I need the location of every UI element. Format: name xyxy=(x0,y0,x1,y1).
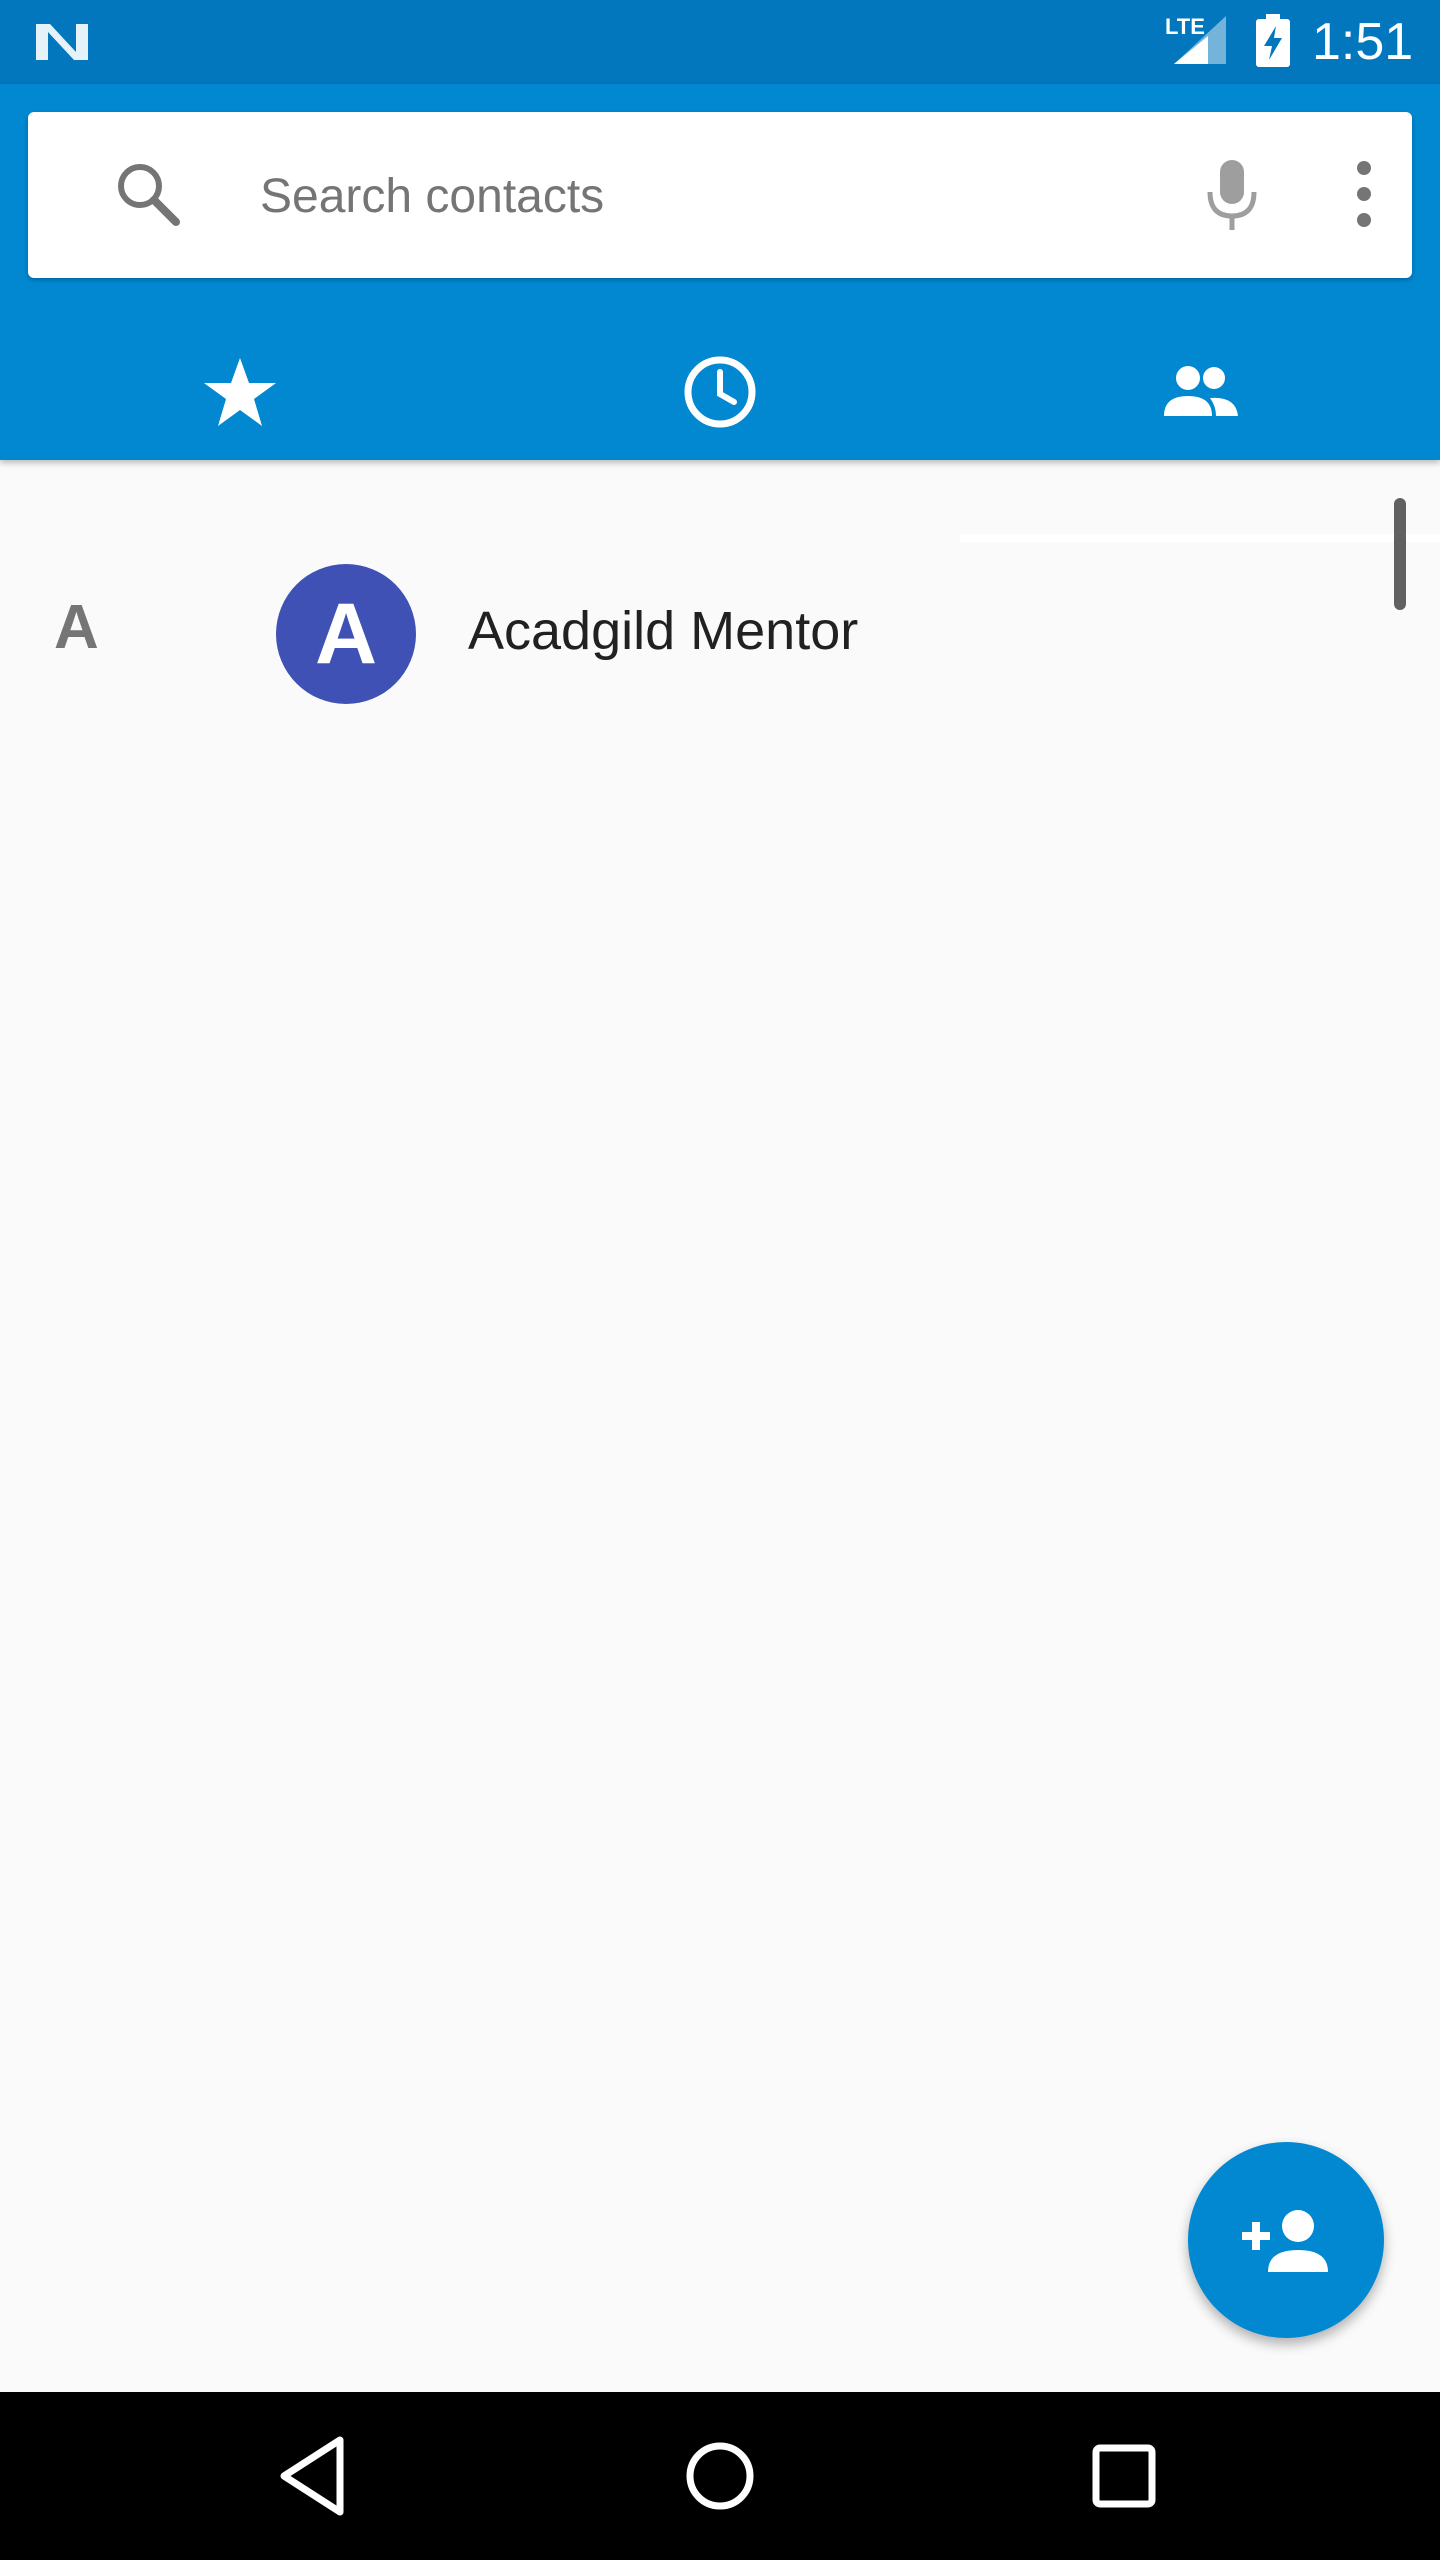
contact-name: Acadgild Mentor xyxy=(468,601,859,661)
search-box[interactable] xyxy=(28,112,1412,278)
status-bar: LTE 1:51 xyxy=(0,0,1440,84)
navigation-bar xyxy=(0,2392,1440,2560)
back-button[interactable] xyxy=(266,2426,366,2526)
status-time: 1:51 xyxy=(1312,13,1414,71)
recents-icon xyxy=(1092,2444,1156,2508)
add-contact-button[interactable] xyxy=(1188,2142,1384,2338)
home-button[interactable] xyxy=(670,2426,770,2526)
contact-list-item[interactable]: A A Acadgild Mentor xyxy=(0,530,1440,730)
more-vert-icon[interactable] xyxy=(1322,152,1406,236)
tab-contacts[interactable] xyxy=(960,324,1440,460)
home-icon xyxy=(686,2442,754,2510)
mic-icon[interactable] xyxy=(1190,152,1274,236)
tab-favorites[interactable] xyxy=(0,324,480,460)
clock-icon xyxy=(684,356,756,428)
search-icon[interactable] xyxy=(112,158,182,228)
signal-icon xyxy=(1174,16,1226,64)
back-icon xyxy=(280,2436,344,2516)
battery-charging-icon xyxy=(1256,14,1290,67)
search-input[interactable] xyxy=(258,152,1162,240)
n-logo-icon xyxy=(36,24,88,60)
people-icon xyxy=(1164,366,1238,416)
app-bar xyxy=(0,84,1440,542)
tab-bar xyxy=(0,324,1440,542)
recents-button[interactable] xyxy=(1074,2426,1174,2526)
star-icon xyxy=(204,358,276,426)
section-header-letter: A xyxy=(54,593,99,662)
add-person-icon xyxy=(1242,2210,1328,2272)
tab-recents[interactable] xyxy=(480,324,960,460)
avatar: A xyxy=(276,564,416,704)
